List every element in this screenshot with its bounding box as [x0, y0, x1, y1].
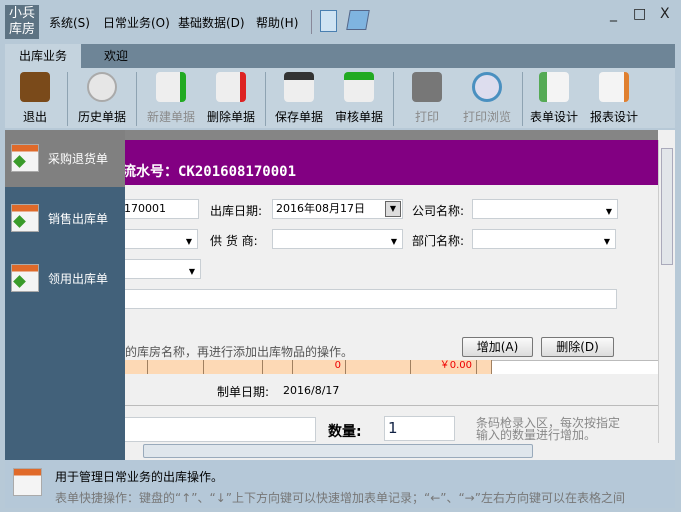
- calendar-icon: [11, 144, 39, 172]
- magnifier-icon: [472, 72, 502, 102]
- company-label: 公司名称:: [412, 204, 465, 218]
- dropdown-arrow-icon[interactable]: ▼: [385, 201, 401, 217]
- tab-welcome[interactable]: 欢迎: [86, 44, 146, 68]
- menu-help[interactable]: 帮助(H): [256, 14, 298, 31]
- new-doc-icon: [156, 72, 186, 102]
- label: 销售出库单: [48, 212, 109, 226]
- app-logo: 小兵库房: [5, 5, 39, 39]
- maximize-button[interactable]: □: [633, 6, 646, 22]
- scroll-thumb[interactable]: [661, 148, 673, 265]
- label: 保存单据: [274, 110, 323, 124]
- qty-input[interactable]: 1: [384, 416, 455, 441]
- exit-door-icon: [20, 72, 50, 102]
- made-date-label: 制单日期:: [217, 385, 270, 399]
- remarks-input[interactable]: [120, 289, 617, 309]
- save-icon: [284, 72, 314, 102]
- label: 领用出库单: [48, 272, 109, 286]
- check-icon: [344, 72, 374, 102]
- divider: [393, 72, 394, 126]
- close-button[interactable]: X: [660, 6, 670, 22]
- serial-number-banner: 流水号：CK201608170001: [122, 140, 658, 185]
- dept-select[interactable]: [472, 229, 616, 251]
- new-doc-button[interactable]: 新建单据: [143, 70, 199, 125]
- horizontal-scrollbar[interactable]: [125, 443, 658, 459]
- printer-icon: [412, 72, 442, 102]
- table-cell[interactable]: [346, 360, 411, 374]
- table-cell[interactable]: [125, 360, 148, 374]
- hint-line: 输入的数量进行增加。: [476, 428, 597, 442]
- table-cell[interactable]: [477, 360, 492, 374]
- table-cell[interactable]: [204, 360, 263, 374]
- add-row-button[interactable]: 增加(A): [462, 337, 533, 357]
- label: 删除单据: [206, 110, 255, 124]
- label: 采购退货单: [48, 152, 109, 166]
- print-preview-button[interactable]: 打印浏览: [459, 70, 515, 125]
- menu-daily[interactable]: 日常业务(O): [103, 14, 170, 31]
- type-select[interactable]: [120, 229, 198, 251]
- label: 新建单据: [146, 110, 195, 124]
- scroll-thumb[interactable]: [143, 444, 533, 458]
- table-cell-qty[interactable]: 0: [293, 360, 346, 374]
- form-design-button[interactable]: 表单设计: [526, 70, 582, 125]
- menu-basic-data[interactable]: 基础数据(D): [178, 14, 245, 31]
- sidebar-item-purchase-return[interactable]: 采购退货单: [5, 130, 125, 187]
- dept-label: 部门名称:: [412, 234, 465, 248]
- table-cell[interactable]: [263, 360, 293, 374]
- made-date-value: 2016/8/17: [283, 384, 340, 397]
- history-button[interactable]: 历史单据: [74, 70, 130, 125]
- delete-doc-button[interactable]: 删除单据: [203, 70, 259, 125]
- date-value: 2016年08月17日: [276, 202, 365, 215]
- sidebar-item-sales-outbound[interactable]: 销售出库单: [5, 190, 125, 247]
- table-cell[interactable]: [148, 360, 204, 374]
- divider: [136, 72, 137, 126]
- company-select[interactable]: [472, 199, 618, 221]
- notepad-icon[interactable]: [346, 10, 370, 30]
- delete-row-button[interactable]: 删除(D): [541, 337, 614, 357]
- tab-outbound[interactable]: 出库业务: [5, 44, 81, 68]
- status-text: 用于管理日常业务的出库操作。: [55, 470, 224, 484]
- barcode-input[interactable]: [120, 417, 316, 442]
- label: 历史单据: [77, 110, 126, 124]
- divider: [265, 72, 266, 126]
- serial-number: 流水号：CK201608170001: [122, 164, 297, 180]
- menu-system[interactable]: 系统(S): [49, 14, 90, 31]
- print-button[interactable]: 打印: [399, 70, 455, 125]
- date-label: 出库日期:: [210, 204, 263, 218]
- shortcut-hint: 表单快捷操作：键盘的“↑”、“↓”上下方向键可以快速增加表单记录；“←”、“→”…: [55, 491, 625, 505]
- qty-label: 数量:: [328, 424, 362, 440]
- barcode-hint: 条码枪录入区，每次按指定 输入的数量进行增加。: [476, 417, 620, 441]
- label: 退出: [22, 110, 47, 124]
- table-cell-amount[interactable]: ￥0.00: [411, 360, 477, 374]
- calendar-icon: [11, 264, 39, 292]
- delete-doc-icon: [216, 72, 246, 102]
- divider: [522, 72, 523, 126]
- sidebar-item-requisition-outbound[interactable]: 领用出库单: [5, 250, 125, 307]
- minimize-button[interactable]: _: [610, 6, 617, 22]
- label: 打印: [414, 110, 439, 124]
- hint-text: 的库房名称，再进行添加出库物品的操作。: [125, 345, 354, 359]
- divider: [311, 10, 312, 34]
- doc-number-input[interactable]: 170001: [120, 199, 199, 219]
- calendar-icon: [11, 204, 39, 232]
- supplier-label: 供 货 商:: [210, 234, 258, 248]
- divider: [67, 72, 68, 126]
- exit-button[interactable]: 退出: [7, 70, 63, 125]
- report-design-button[interactable]: 报表设计: [586, 70, 642, 125]
- label: 报表设计: [589, 110, 638, 124]
- label: 审核单据: [334, 110, 383, 124]
- supplier-select[interactable]: [272, 229, 403, 251]
- date-picker[interactable]: 2016年08月17日 ▼: [272, 199, 403, 219]
- save-doc-button[interactable]: 保存单据: [271, 70, 327, 125]
- calendar-icon: [13, 468, 42, 496]
- calculator-icon[interactable]: [320, 10, 337, 32]
- clock-icon: [87, 72, 117, 102]
- vertical-scrollbar[interactable]: [658, 140, 675, 443]
- divider: [125, 405, 658, 406]
- warehouse-select[interactable]: [120, 259, 201, 281]
- label: 打印浏览: [462, 110, 511, 124]
- label: 表单设计: [529, 110, 578, 124]
- audit-doc-button[interactable]: 审核单据: [331, 70, 387, 125]
- list-icon: [539, 72, 569, 102]
- pencil-icon: [599, 72, 629, 102]
